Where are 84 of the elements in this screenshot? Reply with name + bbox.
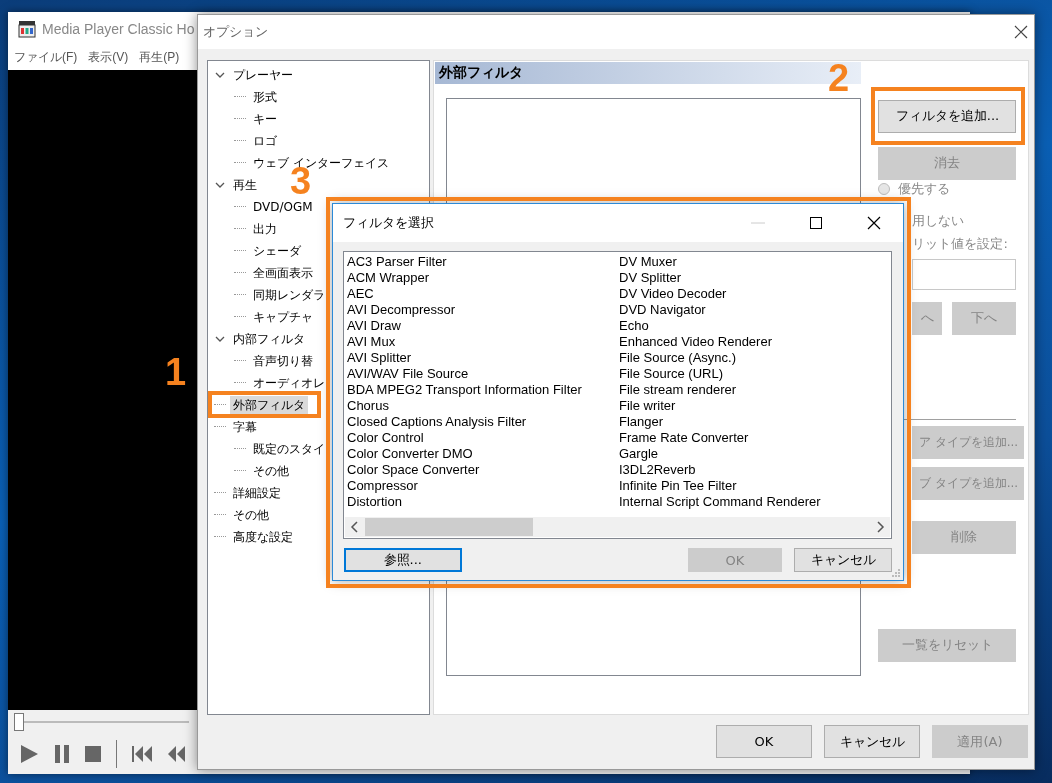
tree-item[interactable]: 既定のスタイ — [250, 439, 328, 458]
tree-item[interactable]: 外部フィルタ — [230, 395, 308, 414]
radio-label[interactable]: 用しない — [912, 211, 965, 230]
resize-grip-icon[interactable] — [889, 566, 901, 578]
filter-item[interactable]: ACM Wrapper — [347, 270, 619, 286]
filter-item[interactable]: Gargle — [619, 446, 891, 462]
cancel-button[interactable]: キャンセル — [794, 548, 892, 572]
filter-item[interactable]: AVI Splitter — [347, 350, 619, 366]
tree-item[interactable]: 字幕 — [230, 417, 260, 436]
filter-item[interactable]: Flanger — [619, 414, 891, 430]
cancel-button[interactable]: キャンセル — [824, 725, 920, 759]
filter-item[interactable]: Internal Script Command Renderer — [619, 494, 891, 510]
tree-item[interactable]: 形式 — [250, 87, 280, 106]
tree-item[interactable]: DVD/OGM — [250, 197, 316, 216]
tree-item[interactable]: その他 — [230, 505, 272, 524]
film-clapper-icon — [18, 19, 36, 38]
filter-item[interactable]: Distortion — [347, 494, 619, 510]
filter-listbox[interactable] — [343, 251, 892, 539]
filter-item[interactable]: Compressor — [347, 478, 619, 494]
step-number: 3 — [290, 167, 312, 196]
window-title: オプション — [203, 22, 268, 41]
radio-label[interactable]: 優先する — [898, 179, 951, 198]
rewind-icon[interactable] — [167, 745, 185, 763]
horizontal-scrollbar[interactable] — [345, 517, 890, 537]
tree-item[interactable]: ロゴ — [250, 131, 280, 150]
filter-item[interactable]: AVI Draw — [347, 318, 619, 334]
filter-item[interactable]: Color Space Converter — [347, 462, 619, 478]
filter-item[interactable]: Chorus — [347, 398, 619, 414]
dialog-title: フィルタを選択 — [343, 214, 434, 232]
tree-item[interactable]: 同期レンダラ — [250, 285, 328, 304]
close-icon[interactable] — [1014, 24, 1028, 39]
merit-label: リット値を設定: — [911, 234, 1009, 253]
filter-item[interactable]: Enhanced Video Renderer — [619, 334, 891, 350]
ok-button[interactable]: OK — [716, 725, 812, 759]
tree-item[interactable]: 内部フィルタ — [230, 329, 308, 348]
menu-item[interactable]: 再生(P) — [139, 49, 180, 66]
add-filter-button[interactable]: フィルタを追加... — [878, 99, 1017, 133]
tree-item[interactable]: オーディオレ — [250, 373, 328, 392]
window-title: Media Player Classic Ho — [42, 20, 195, 37]
stop-icon[interactable] — [84, 745, 102, 763]
filter-item[interactable]: AVI Mux — [347, 334, 619, 350]
tree-item[interactable]: 再生 — [230, 175, 260, 194]
filter-item[interactable]: Closed Captions Analysis Filter — [347, 414, 619, 430]
filter-item[interactable]: DVD Navigator — [619, 302, 891, 318]
filter-item[interactable]: BDA MPEG2 Transport Information Filter — [347, 382, 619, 398]
pause-icon[interactable] — [54, 744, 70, 764]
filter-item[interactable]: Frame Rate Converter — [619, 430, 891, 446]
tree-item[interactable]: 高度な設定 — [230, 527, 296, 546]
filter-item[interactable]: AEC — [347, 286, 619, 302]
filter-item[interactable]: Echo — [619, 318, 891, 334]
filter-item[interactable]: DV Splitter — [619, 270, 891, 286]
play-icon[interactable] — [18, 743, 40, 765]
scroll-thumb[interactable] — [365, 518, 533, 536]
tree-item[interactable]: プレーヤー — [230, 65, 296, 84]
radio-button[interactable] — [878, 182, 891, 195]
filter-item[interactable]: File Source (Async.) — [619, 350, 891, 366]
filter-item[interactable]: Color Converter DMO — [347, 446, 619, 462]
merit-field[interactable] — [912, 258, 1017, 290]
filter-item[interactable]: AVI Decompressor — [347, 302, 619, 318]
skip-back-icon[interactable] — [131, 745, 153, 763]
menu-item[interactable]: ファイル(F) — [14, 49, 78, 66]
filter-item[interactable]: Color Control — [347, 430, 619, 446]
filter-item[interactable]: AVI/WAV File Source — [347, 366, 619, 382]
filter-item[interactable]: DV Muxer — [619, 254, 891, 270]
filter-item[interactable]: File stream renderer — [619, 382, 891, 398]
tree-item[interactable]: シェーダ — [250, 241, 304, 260]
tree-item[interactable]: 詳細設定 — [230, 483, 284, 502]
tree-item[interactable]: 音声切り替 — [250, 351, 316, 370]
browse-button[interactable]: 参照... — [344, 548, 462, 572]
menu-item[interactable]: 表示(V) — [88, 49, 129, 66]
tree-item[interactable]: 出力 — [250, 219, 280, 238]
filter-item[interactable]: AC3 Parser Filter — [347, 254, 619, 270]
filter-item[interactable]: File writer — [619, 398, 891, 414]
filter-item[interactable]: Infinite Pin Tee Filter — [619, 478, 891, 494]
tree-item[interactable]: 全画面表示 — [250, 263, 316, 282]
filter-item[interactable]: I3DL2Reverb — [619, 462, 891, 478]
filter-item[interactable]: File Source (URL) — [619, 366, 891, 382]
filter-item[interactable]: DV Video Decoder — [619, 286, 891, 302]
seek-thumb[interactable] — [14, 713, 24, 731]
tree-item[interactable]: キャプチャ — [250, 307, 316, 326]
step-number: 2 — [828, 64, 850, 93]
tree-item[interactable]: その他 — [250, 461, 292, 480]
tree-item[interactable]: キー — [250, 109, 280, 128]
step-number: 1 — [165, 358, 187, 387]
